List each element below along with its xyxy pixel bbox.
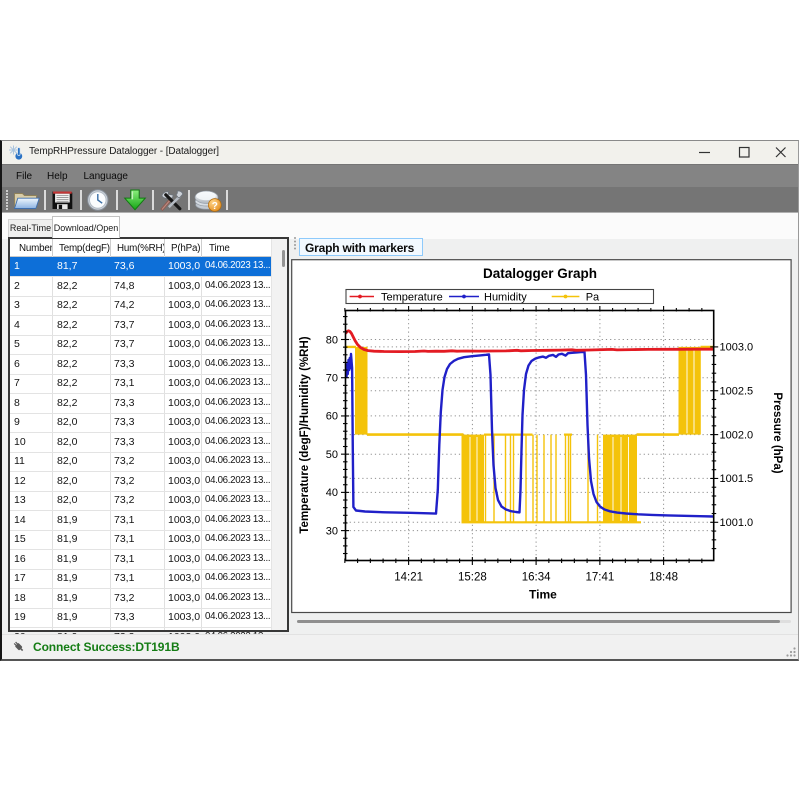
svg-text:Pressure (hPa): Pressure (hPa): [771, 392, 783, 473]
svg-text:1003.0: 1003.0: [720, 342, 754, 354]
svg-text:15:28: 15:28: [458, 572, 487, 584]
svg-text:Datalogger Graph: Datalogger Graph: [483, 266, 597, 281]
svg-text:40: 40: [326, 487, 338, 499]
svg-text:1001.5: 1001.5: [720, 473, 754, 485]
svg-text:50: 50: [326, 449, 338, 461]
svg-text:1001.0: 1001.0: [720, 517, 754, 529]
svg-text:Temperature (degF)/Humidity (%: Temperature (degF)/Humidity (%RH): [299, 336, 311, 533]
svg-text:70: 70: [326, 373, 338, 385]
svg-text:Time: Time: [529, 588, 557, 602]
svg-text:60: 60: [326, 411, 338, 423]
svg-text:18:48: 18:48: [649, 572, 678, 584]
svg-text:Humidity: Humidity: [484, 291, 527, 303]
svg-text:16:34: 16:34: [522, 572, 551, 584]
svg-text:30: 30: [326, 525, 338, 537]
svg-text:?: ?: [212, 201, 218, 212]
svg-text:1002.5: 1002.5: [720, 386, 754, 398]
svg-text:17:41: 17:41: [586, 572, 615, 584]
svg-text:1002.0: 1002.0: [720, 429, 754, 441]
svg-text:80: 80: [326, 334, 338, 346]
svg-text:Temperature: Temperature: [381, 291, 443, 303]
svg-text:14:21: 14:21: [394, 572, 423, 584]
svg-text:Pa: Pa: [586, 291, 600, 303]
